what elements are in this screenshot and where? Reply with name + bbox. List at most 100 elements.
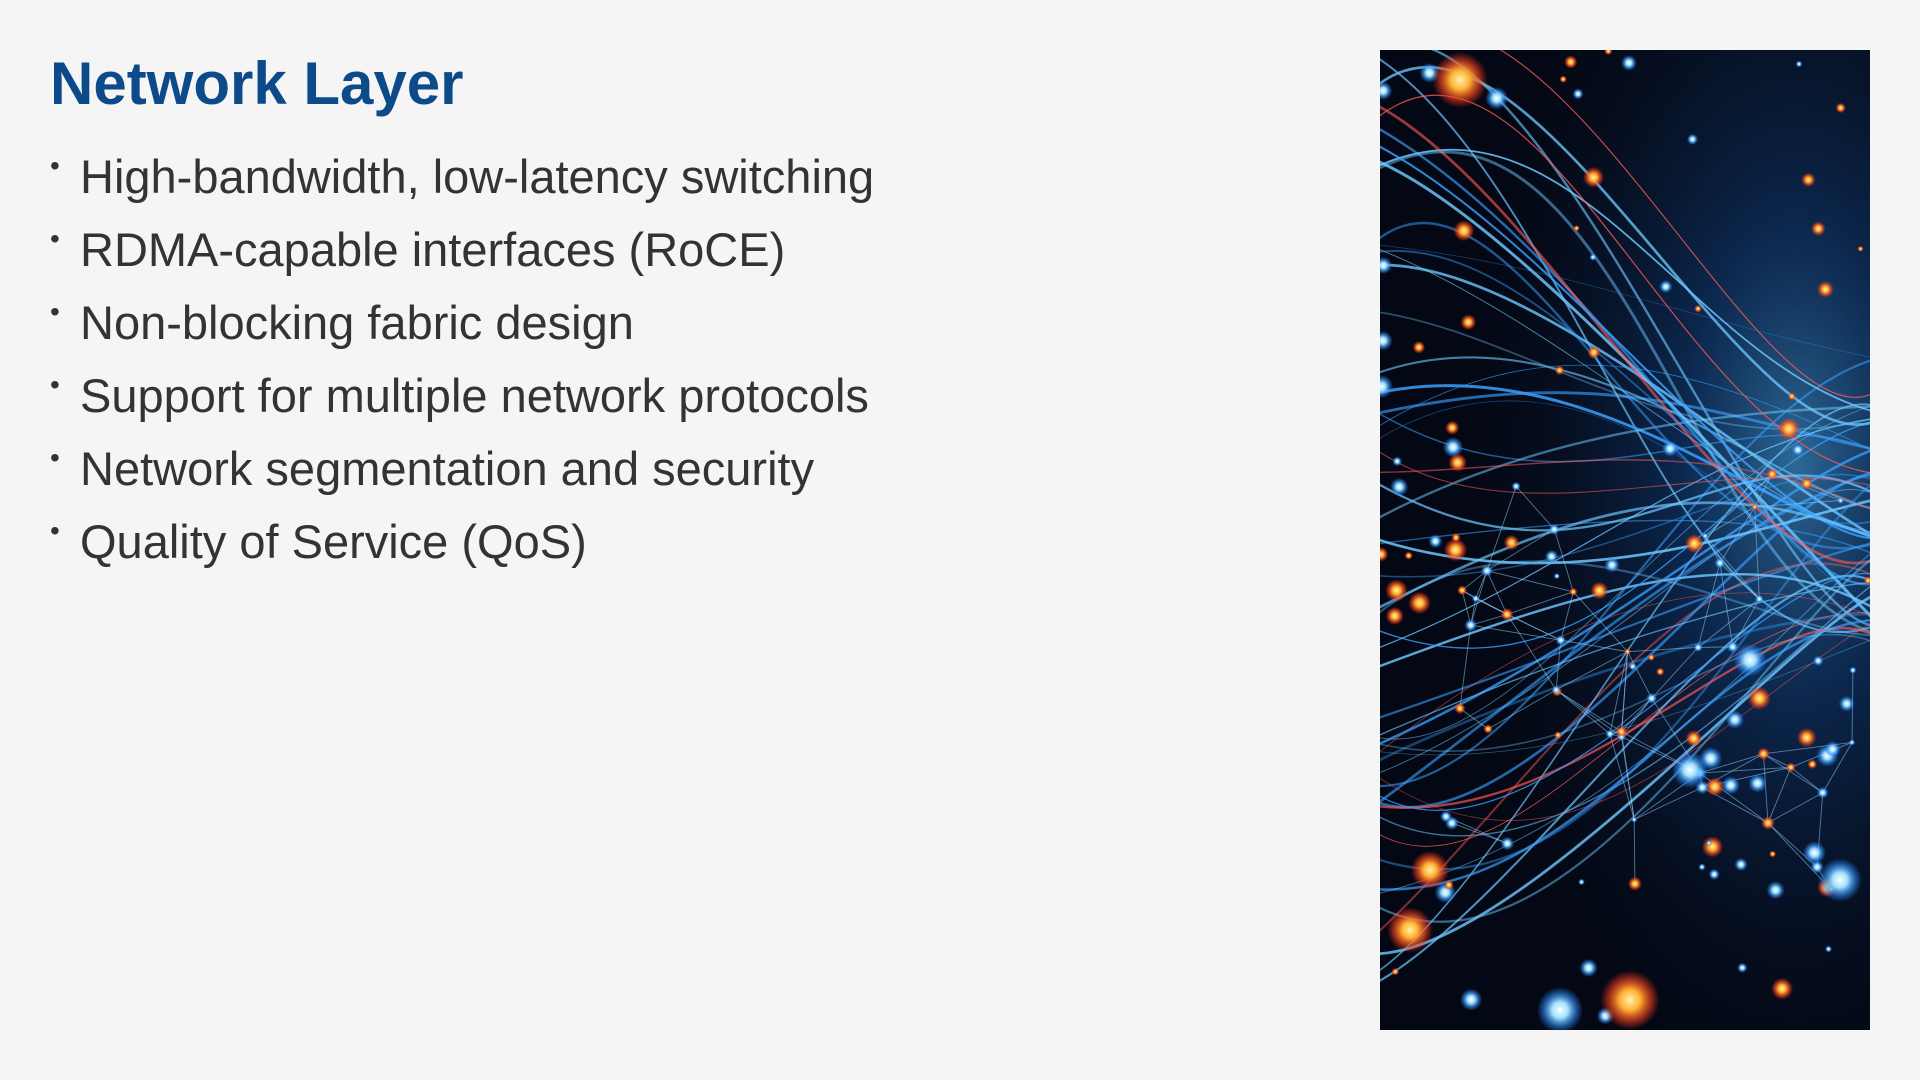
glow-node-blue xyxy=(1686,133,1699,145)
glow-node-blue xyxy=(1812,655,1824,667)
slide: Network Layer • High-bandwidth, low-late… xyxy=(0,0,1920,1080)
glow-node-blue xyxy=(1706,840,1712,847)
bullet-marker: • xyxy=(50,369,60,400)
glow-node-blue xyxy=(1589,253,1597,261)
glow-node-orange xyxy=(1857,245,1864,252)
glow-node-blue xyxy=(1795,60,1803,68)
glow-node-blue xyxy=(1440,810,1452,823)
glow-node-orange xyxy=(1587,345,1601,359)
glow-node-orange xyxy=(1391,967,1400,976)
glow-node-orange xyxy=(1647,653,1655,662)
glow-node-orange xyxy=(1685,730,1702,747)
glow-node-orange xyxy=(1811,221,1826,236)
glow-node-blue xyxy=(1702,532,1709,540)
bullet-item: • Network segmentation and security xyxy=(50,438,874,511)
glow-node-blue xyxy=(1390,477,1409,496)
glow-node-orange xyxy=(1835,102,1846,114)
glow-node-orange xyxy=(1432,52,1488,108)
glow-node-blue xyxy=(1671,751,1709,789)
glow-node-blue xyxy=(1485,86,1508,110)
glow-node-orange xyxy=(1412,341,1426,354)
bullet-marker: • xyxy=(50,515,60,546)
glow-node-orange xyxy=(1701,836,1724,858)
bullet-marker: • xyxy=(50,223,60,254)
glow-node-orange xyxy=(1453,220,1475,242)
glow-node-orange xyxy=(1787,392,1796,401)
glow-node-blue xyxy=(1464,618,1477,632)
glow-node-blue xyxy=(1837,497,1844,504)
glow-node-blue xyxy=(1442,437,1464,458)
glow-node-blue xyxy=(1725,710,1744,729)
glow-node-orange xyxy=(1404,551,1413,560)
glow-node-orange xyxy=(1694,304,1702,313)
glow-node-orange xyxy=(1410,850,1450,890)
glow-node-orange xyxy=(1503,534,1520,551)
glow-node-blue xyxy=(1825,945,1832,953)
glow-node-blue xyxy=(1849,666,1857,674)
glow-node-orange xyxy=(1777,417,1800,440)
glow-node-orange xyxy=(1559,75,1567,83)
glow-node-blue xyxy=(1631,816,1638,823)
glow-node-orange xyxy=(1656,667,1665,676)
glow-node-blue xyxy=(1578,878,1585,886)
glow-node-orange xyxy=(1747,686,1771,710)
glow-node-orange xyxy=(1385,579,1408,602)
glow-node-orange xyxy=(1751,503,1758,511)
glow-node-blue xyxy=(1802,841,1826,865)
glow-node-blue xyxy=(1848,739,1856,746)
glow-node-blue xyxy=(1791,443,1805,456)
glow-node-orange xyxy=(1385,606,1404,626)
glow-node-orange xyxy=(1684,534,1704,554)
glow-node-blue xyxy=(1662,440,1679,457)
glow-node-orange xyxy=(1766,468,1778,480)
glow-node-orange xyxy=(1757,747,1770,761)
glow-node-blue xyxy=(1471,594,1480,603)
glow-node-orange xyxy=(1457,585,1468,596)
network-illustration xyxy=(1380,50,1870,1030)
glow-node-orange xyxy=(1483,724,1493,734)
glow-node-blue xyxy=(1766,881,1785,900)
glow-node-orange xyxy=(1554,731,1562,739)
glow-node-blue xyxy=(1816,786,1829,799)
glow-node-blue xyxy=(1605,729,1615,739)
glow-node-blue xyxy=(1579,958,1598,977)
glow-node-orange xyxy=(1624,648,1631,655)
bullet-item: • RDMA-capable interfaces (RoCE) xyxy=(50,219,874,292)
glow-node-blue xyxy=(1548,523,1560,535)
glow-node-blue xyxy=(1551,685,1561,695)
glow-node-orange xyxy=(1451,532,1461,543)
glow-node-blue xyxy=(1621,55,1637,71)
bullet-text: RDMA-capable interfaces (RoCE) xyxy=(80,223,786,276)
glow-node-blue xyxy=(1500,836,1515,851)
bullet-item: • Quality of Service (QoS) xyxy=(50,511,874,584)
glow-node-blue xyxy=(1392,456,1403,467)
glow-node-orange xyxy=(1583,166,1604,188)
bullet-list: • High-bandwidth, low-latency switching … xyxy=(50,146,874,584)
glow-node-orange xyxy=(1408,591,1431,615)
glow-node-blue xyxy=(1734,857,1748,872)
glow-node-orange xyxy=(1564,55,1578,69)
bullet-item: • High-bandwidth, low-latency switching xyxy=(50,146,874,219)
network-image xyxy=(1380,50,1870,1030)
glow-node-blue xyxy=(1544,549,1559,564)
glow-node-blue xyxy=(1555,634,1567,646)
glow-node-blue xyxy=(1553,573,1560,580)
bullet-text: Network segmentation and security xyxy=(80,442,815,495)
glow-node-blue xyxy=(1708,868,1720,880)
glow-node-blue xyxy=(1714,557,1726,569)
glow-node-blue xyxy=(1604,557,1620,573)
glow-node-orange xyxy=(1590,581,1609,600)
glow-node-blue xyxy=(1748,774,1767,793)
glow-node-blue xyxy=(1693,642,1703,653)
glow-node-blue xyxy=(1659,280,1673,294)
glow-node-blue xyxy=(1480,564,1493,577)
glow-node-blue xyxy=(1460,988,1483,1011)
bullet-item: • Non-blocking fabric design xyxy=(50,292,874,365)
glow-node-orange xyxy=(1569,587,1578,596)
bullet-text: High-bandwidth, low-latency switching xyxy=(80,150,875,203)
glow-node-blue xyxy=(1646,692,1658,704)
glow-node-orange xyxy=(1600,970,1660,1030)
glow-node-blue xyxy=(1511,481,1521,491)
slide-title: Network Layer xyxy=(50,50,464,117)
glow-node-blue xyxy=(1733,643,1767,677)
